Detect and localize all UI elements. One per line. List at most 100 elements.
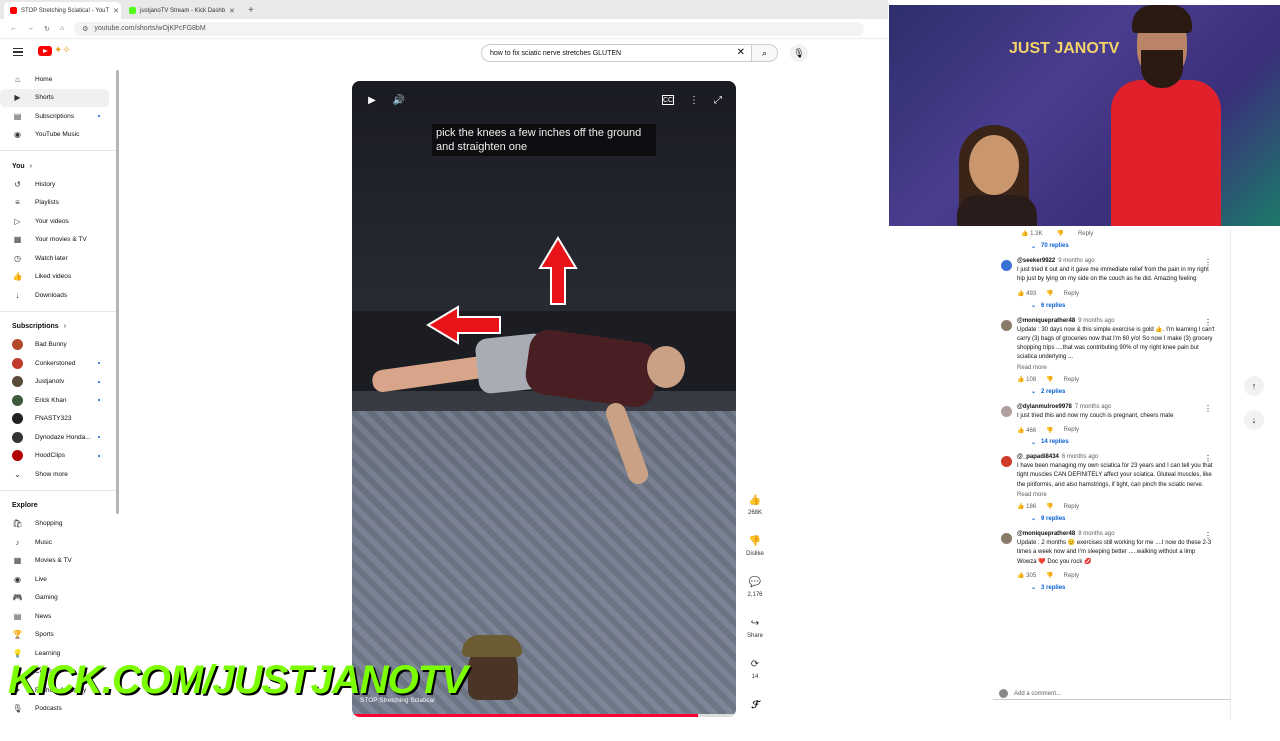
view-replies-button[interactable]: ⌄ 3 replies	[1017, 581, 1216, 595]
comment-author[interactable]: @dylanmulroe9978	[1017, 404, 1072, 410]
share-button[interactable]: ↪ Share	[740, 618, 770, 659]
sidebar-item-your-videos[interactable]: ▷ Your videos	[0, 212, 118, 231]
sidebar-item-downloads[interactable]: ↓ Downloads	[0, 286, 118, 305]
avatar[interactable]	[1001, 405, 1012, 417]
close-tab-icon[interactable]: ✕	[113, 7, 119, 15]
avatar[interactable]	[1001, 319, 1012, 331]
new-tab-icon[interactable]: +	[242, 2, 260, 19]
comment-author[interactable]: @moniqueprather48	[1017, 318, 1075, 324]
more-vert-icon[interactable]: ⋮	[1204, 258, 1212, 267]
like-button[interactable]: 👍 268K	[740, 495, 770, 536]
add-comment-input[interactable]: Add a comment...	[993, 688, 1231, 700]
view-replies-button[interactable]: ⌄ 14 replies	[1017, 435, 1216, 449]
sidebar-item-live[interactable]: ◉ Live	[0, 570, 118, 589]
sidebar-item-home[interactable]: ⌂ Home	[0, 70, 118, 89]
subscription-item[interactable]: Conkerstoned	[0, 354, 118, 373]
like-comment-button[interactable]: 👍 1.3K	[1021, 230, 1042, 237]
like-comment-button[interactable]: 👍 108	[1017, 376, 1036, 383]
subscription-item[interactable]: Justjanotv	[0, 373, 118, 392]
dislike-comment-icon[interactable]: 👎	[1046, 503, 1053, 510]
view-replies-button[interactable]: ⌄ 6 replies	[1017, 299, 1216, 313]
sidebar-item-sports[interactable]: 🏆 Sports	[0, 626, 118, 645]
like-comment-button[interactable]: 👍 186	[1017, 503, 1036, 510]
back-icon[interactable]: ←	[10, 25, 17, 32]
subscription-item[interactable]: Erick Khan	[0, 391, 118, 410]
previous-short-button[interactable]: ↑	[1244, 376, 1264, 396]
reload-icon[interactable]: ↻	[44, 25, 50, 33]
dislike-comment-icon[interactable]: 👎	[1056, 230, 1063, 237]
browser-tab-kick[interactable]: justjanoTV Stream - Kick Dashb ✕	[123, 2, 240, 19]
comment-author[interactable]: @_papadi8434	[1017, 454, 1059, 460]
more-vert-icon[interactable]: ⋮	[686, 92, 702, 108]
browser-tab-youtube[interactable]: STOP Stretching Sciatica! - YouT ✕	[4, 2, 121, 19]
video-progress-bar[interactable]	[352, 714, 736, 717]
reply-button[interactable]: Reply	[1064, 377, 1079, 383]
avatar[interactable]	[1001, 456, 1012, 468]
remix-button[interactable]: ⟳ 14	[740, 659, 770, 700]
more-vert-icon[interactable]: ⋮	[1204, 318, 1212, 327]
comments-button[interactable]: 💬 2,176	[740, 577, 770, 618]
search-button[interactable]: ⌕	[752, 44, 778, 62]
search-input[interactable]: how to fix sciatic nerve stretches GLUTE…	[481, 44, 752, 62]
reply-button[interactable]: Reply	[1064, 427, 1079, 433]
reply-button[interactable]: Reply	[1064, 291, 1079, 297]
sidebar-item-shopping[interactable]: 🛍 Shopping	[0, 515, 118, 534]
comment-author[interactable]: @moniqueprather48	[1017, 531, 1075, 537]
dislike-comment-icon[interactable]: 👎	[1046, 376, 1053, 383]
sidebar-item-watch-later[interactable]: ◷ Watch later	[0, 249, 118, 268]
sidebar-item-history[interactable]: ↺ History	[0, 175, 118, 194]
site-info-icon[interactable]: ⚙	[82, 25, 88, 33]
sidebar-item-movies-tv[interactable]: ▦ Movies & TV	[0, 552, 118, 571]
sidebar-item-playlists[interactable]: ≡ Playlists	[0, 194, 118, 213]
sidebar-item-youtube-music[interactable]: ◉ YouTube Music	[0, 126, 118, 145]
like-comment-button[interactable]: 👍 466	[1017, 427, 1036, 434]
subscriptions-section-header[interactable]: Subscriptions ›	[0, 318, 118, 336]
youtube-logo-icon[interactable]	[38, 46, 52, 56]
dislike-comment-icon[interactable]: 👎	[1046, 572, 1053, 579]
read-more-link[interactable]: Read more	[1017, 492, 1216, 498]
avatar[interactable]	[1001, 532, 1012, 544]
sidebar-item-music[interactable]: ♪ Music	[0, 533, 118, 552]
reply-button[interactable]: Reply	[1064, 573, 1079, 579]
subscription-item[interactable]: Bad Bunny	[0, 336, 118, 355]
sidebar-scrollbar[interactable]	[116, 70, 119, 514]
avatar[interactable]	[1001, 260, 1012, 271]
like-comment-button[interactable]: 👍 305	[1017, 572, 1036, 579]
doodle-icon[interactable]: ✦✧	[54, 45, 71, 56]
play-icon[interactable]: ▶	[364, 92, 380, 108]
clear-search-icon[interactable]: ✕	[737, 47, 745, 58]
comment-author[interactable]: @seeker9922	[1017, 258, 1055, 264]
home-icon[interactable]: ⌂	[60, 25, 64, 32]
subscription-item[interactable]: Dynodaze Honda...	[0, 428, 118, 447]
sidebar-item-subscriptions[interactable]: ▤ Subscriptions	[0, 107, 118, 126]
show-more-button[interactable]: ⌄ Show more	[0, 465, 118, 484]
volume-icon[interactable]: 🔊	[391, 92, 407, 108]
forward-icon[interactable]: →	[27, 25, 34, 32]
sidebar-item-shorts[interactable]: ▶ Shorts	[0, 88, 109, 107]
sidebar-item-gaming[interactable]: 🎮 Gaming	[0, 589, 118, 608]
dislike-comment-icon[interactable]: 👎	[1046, 290, 1053, 297]
view-replies-button[interactable]: ⌄ 70 replies	[993, 239, 1230, 253]
url-field[interactable]: ⚙ youtube.com/shorts/wOjKPcFG8bM	[74, 21, 865, 36]
reply-button[interactable]: Reply	[1064, 504, 1079, 510]
captions-icon[interactable]: CC	[662, 95, 674, 105]
fullscreen-icon[interactable]: ⤢	[710, 92, 726, 108]
next-short-button[interactable]: ↓	[1244, 410, 1264, 430]
like-comment-button[interactable]: 👍 493	[1017, 290, 1036, 297]
subscription-item[interactable]: HoodClips	[0, 447, 118, 466]
subscription-item[interactable]: FNASTY323	[0, 410, 118, 429]
menu-icon[interactable]	[13, 48, 23, 56]
voice-search-button[interactable]: 🎙	[790, 44, 808, 62]
reply-button[interactable]: Reply	[1078, 231, 1093, 237]
sound-button[interactable]: ℱ	[740, 700, 770, 741]
sidebar-item-liked-videos[interactable]: 👍 Liked videos	[0, 268, 118, 287]
you-section-header[interactable]: You ›	[0, 157, 118, 175]
dislike-button[interactable]: 👎 Dislike	[740, 536, 770, 577]
sidebar-item-your-movies-tv[interactable]: ▦ Your movies & TV	[0, 231, 118, 250]
more-vert-icon[interactable]: ⋮	[1204, 404, 1212, 413]
sidebar-item-news[interactable]: ▤ News	[0, 607, 118, 626]
close-tab-icon[interactable]: ✕	[229, 7, 235, 15]
read-more-link[interactable]: Read more	[1017, 365, 1216, 371]
dislike-comment-icon[interactable]: 👎	[1046, 427, 1053, 434]
more-vert-icon[interactable]: ⋮	[1204, 454, 1212, 463]
